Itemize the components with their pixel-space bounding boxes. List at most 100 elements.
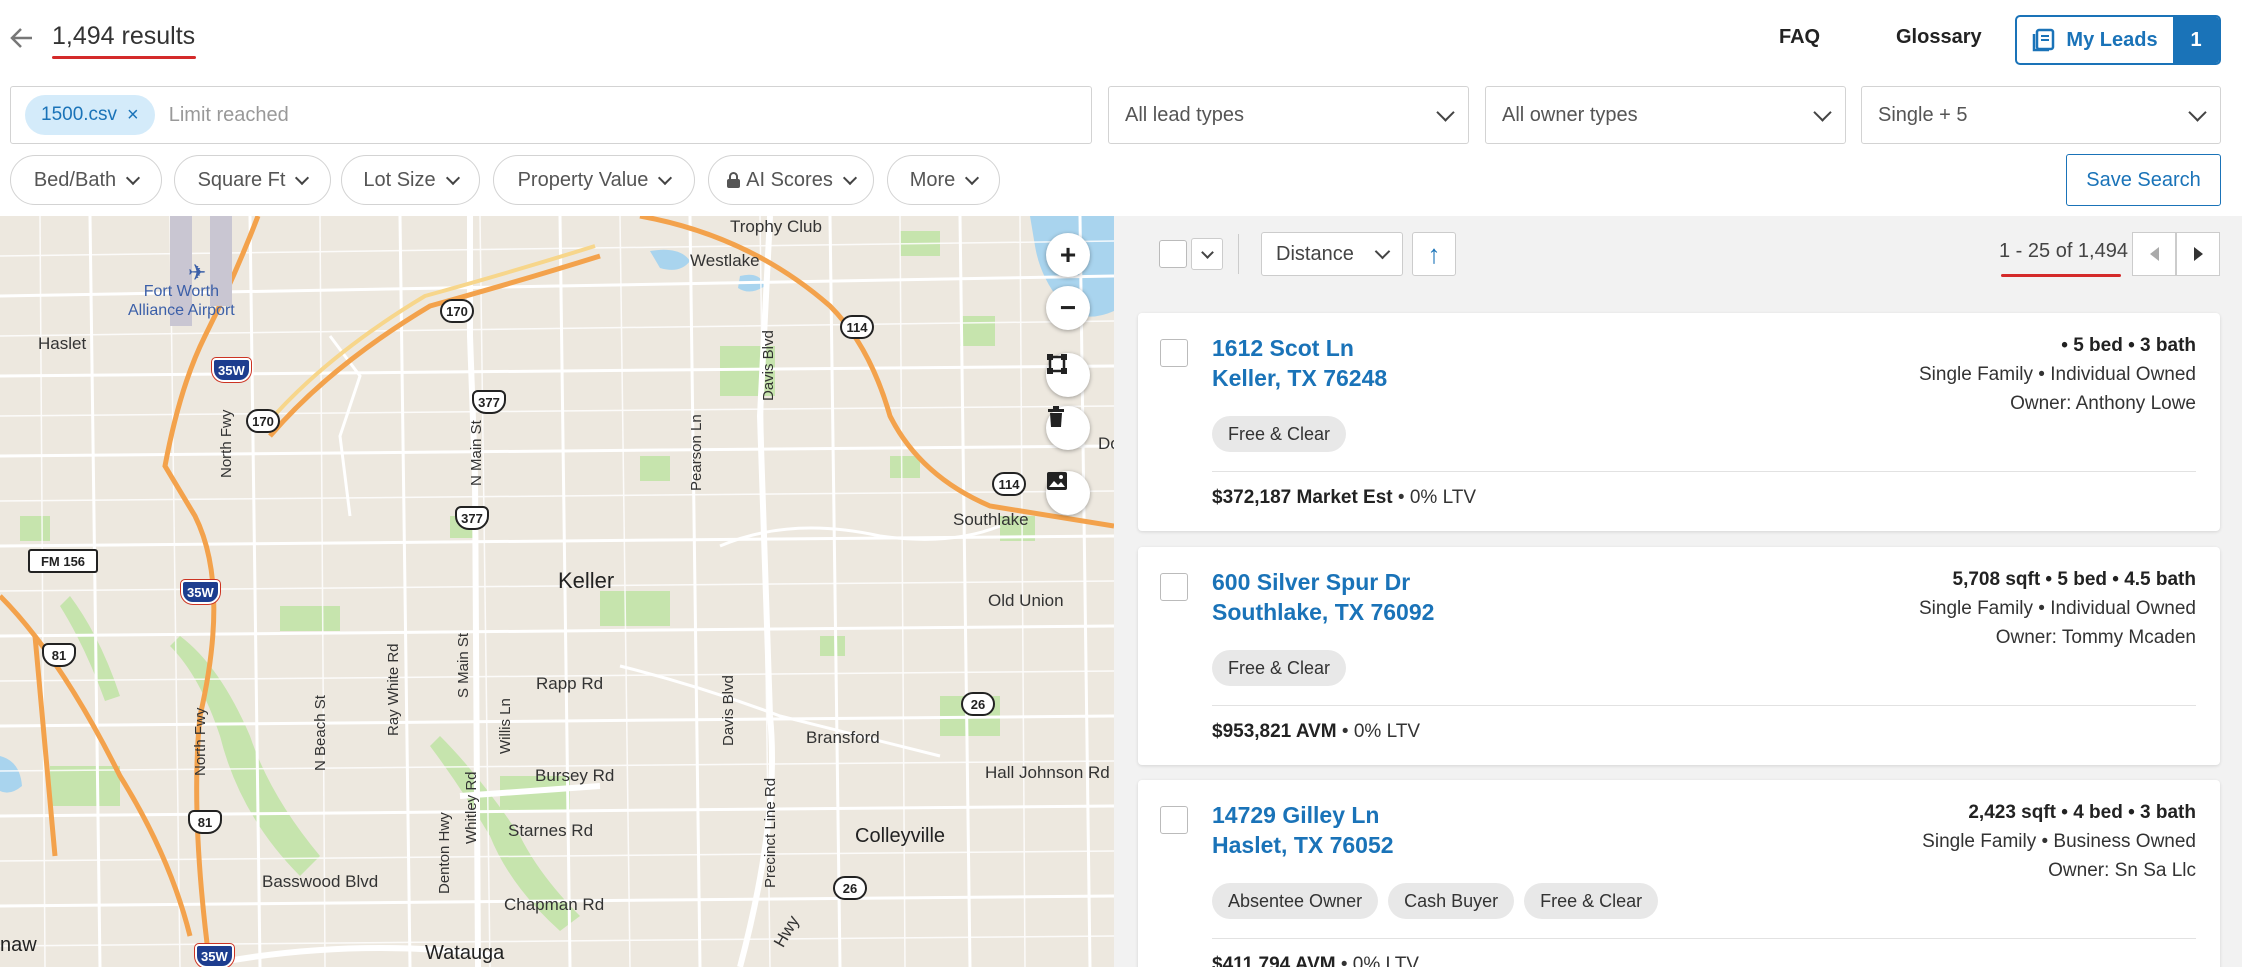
map-label-southlake: Southlake — [953, 510, 1029, 529]
results-toolbar: Distance ↑ 1 - 25 of 1,494 — [1114, 216, 2242, 286]
limit-reached-text: Limit reached — [168, 103, 289, 126]
property-card[interactable]: 1612 Scot Ln Keller, TX 76248 • 5 bed • … — [1138, 313, 2220, 531]
tag-free-clear: Free & Clear — [1212, 416, 1347, 452]
map-label-precinct-line-rd: Precinct Line Rd — [762, 777, 779, 888]
file-chip[interactable]: 1500.csv × — [25, 95, 155, 135]
map-label-whitley-rd: Whitley Rd — [463, 771, 480, 844]
results-count-underline — [52, 56, 196, 59]
draw-area-button[interactable] — [1046, 353, 1090, 397]
clear-drawing-button[interactable] — [1046, 406, 1090, 450]
glossary-link[interactable]: Glossary — [1896, 26, 1982, 49]
map-label-bransford: Bransford — [806, 728, 880, 747]
property-tags: Free & Clear — [1212, 650, 1347, 686]
chevron-down-icon — [1813, 102, 1832, 122]
property-value: $411,794 AVM • 0% LTV — [1212, 954, 1419, 967]
results-count: 1,494 results — [52, 22, 196, 50]
property-card[interactable]: 600 Silver Spur Dr Southlake, TX 76092 5… — [1138, 547, 2220, 765]
more-filter[interactable]: More — [887, 155, 1000, 205]
property-address-city[interactable]: Haslet, TX 76052 — [1212, 832, 1394, 859]
map-layers-button[interactable] — [1046, 471, 1090, 515]
property-checkbox[interactable] — [1160, 573, 1188, 601]
map-label-bursey-rd: Bursey Rd — [535, 766, 615, 785]
top-bar: 1,494 results FAQ Glossary My Leads 1 — [0, 0, 2242, 80]
map-label-willis-ln: Willis Ln — [497, 698, 514, 754]
route-shield-fm156: FM 156 — [28, 549, 98, 573]
sort-direction-button[interactable]: ↑ — [1412, 232, 1456, 276]
route-shield-114: 114 — [992, 472, 1026, 496]
property-address-city[interactable]: Keller, TX 76248 — [1212, 365, 1387, 392]
map-label-n-beach-st: N Beach St — [312, 695, 329, 771]
save-search-button[interactable]: Save Search — [2066, 154, 2221, 206]
property-checkbox[interactable] — [1160, 339, 1188, 367]
airplane-icon: ✈ — [188, 260, 207, 285]
map-label-hall-johnson-rd: Hall Johnson Rd — [985, 763, 1110, 782]
property-address-city[interactable]: Southlake, TX 76092 — [1212, 599, 1434, 626]
map-label-davis-blvd-2: Davis Blvd — [720, 675, 737, 746]
map-label-ray-white-rd: Ray White Rd — [385, 643, 402, 736]
sort-select[interactable]: Distance — [1261, 232, 1403, 276]
card-divider — [1212, 938, 2196, 939]
property-specs: • 5 bed • 3 bath — [2061, 335, 2196, 356]
tag-cash-buyer: Cash Buyer — [1388, 883, 1515, 919]
owner-types-value: All owner types — [1502, 103, 1638, 126]
close-icon[interactable]: × — [127, 104, 139, 127]
route-shield-377: 377 — [472, 390, 506, 414]
property-owner: Owner: Sn Sa Llc — [2048, 860, 2196, 881]
route-shield-377: 377 — [455, 506, 489, 530]
ai-scores-filter[interactable]: AI Scores — [708, 155, 874, 205]
lock-icon — [727, 172, 741, 188]
property-value-label: Property Value — [517, 168, 649, 191]
zoom-out-button[interactable]: − — [1046, 286, 1090, 330]
map-label-colleyville: Colleyville — [855, 825, 946, 847]
property-address-street[interactable]: 600 Silver Spur Dr — [1212, 569, 1410, 596]
ltv-value: • 0% LTV — [1335, 954, 1419, 967]
tag-free-clear: Free & Clear — [1524, 883, 1659, 919]
map-label-chapman-rd: Chapman Rd — [504, 895, 605, 914]
chevron-down-icon — [842, 170, 857, 186]
lot-size-label: Lot Size — [363, 168, 436, 191]
lead-types-select[interactable]: All lead types — [1108, 86, 1469, 144]
property-types-select[interactable]: Single + 5 — [1861, 86, 2221, 144]
my-leads-label: My Leads — [2066, 28, 2158, 51]
zoom-in-button[interactable]: + — [1046, 233, 1090, 277]
prev-arrow-icon — [2149, 247, 2159, 261]
property-card[interactable]: 14729 Gilley Ln Haslet, TX 76052 2,423 s… — [1138, 780, 2220, 967]
file-filter-input[interactable]: 1500.csv × Limit reached — [10, 86, 1092, 144]
map-view[interactable]: Trophy Club Westlake Fort Worth Alliance… — [0, 216, 1114, 967]
my-leads-button[interactable]: My Leads 1 — [2015, 15, 2221, 65]
property-address-street[interactable]: 1612 Scot Ln — [1212, 335, 1354, 362]
route-shield-81: 81 — [188, 810, 222, 834]
chevron-down-icon — [1436, 102, 1455, 122]
prev-page-button[interactable] — [2132, 232, 2176, 276]
next-arrow-icon — [2193, 247, 2203, 261]
map-base — [0, 216, 1114, 967]
chevron-down-icon — [658, 170, 673, 186]
property-address-street[interactable]: 14729 Gilley Ln — [1212, 802, 1379, 829]
results-panel: Distance ↑ 1 - 25 of 1,494 1612 Scot Ln … — [1114, 216, 2242, 967]
ltv-value: • 0% LTV — [1392, 487, 1477, 508]
card-divider — [1212, 471, 2196, 472]
image-icon — [1047, 472, 1067, 490]
tag-free-clear: Free & Clear — [1212, 650, 1347, 686]
square-ft-filter[interactable]: Square Ft — [174, 155, 331, 205]
property-value: $953,821 AVM • 0% LTV — [1212, 721, 1420, 743]
chevron-down-icon — [295, 170, 310, 186]
map-label-pearson-ln: Pearson Ln — [688, 414, 705, 491]
route-shield-81: 81 — [42, 643, 76, 667]
select-all-checkbox[interactable] — [1159, 240, 1187, 268]
property-value-filter[interactable]: Property Value — [493, 155, 695, 205]
map-label-keller: Keller — [558, 568, 615, 593]
bed-bath-filter[interactable]: Bed/Bath — [10, 155, 162, 205]
faq-link[interactable]: FAQ — [1779, 26, 1820, 49]
property-checkbox[interactable] — [1160, 806, 1188, 834]
back-arrow-icon[interactable] — [8, 24, 38, 56]
interstate-shield-35w: 35W — [195, 944, 234, 967]
route-shield-170: 170 — [440, 299, 474, 323]
my-leads-count: 1 — [2173, 17, 2219, 63]
map-label-basswood-blvd: Basswood Blvd — [262, 872, 379, 891]
property-owner: Owner: Tommy Mcaden — [1995, 627, 2196, 648]
lot-size-filter[interactable]: Lot Size — [341, 155, 480, 205]
next-page-button[interactable] — [2176, 232, 2220, 276]
owner-types-select[interactable]: All owner types — [1485, 86, 1846, 144]
select-options-dropdown[interactable] — [1191, 238, 1223, 270]
